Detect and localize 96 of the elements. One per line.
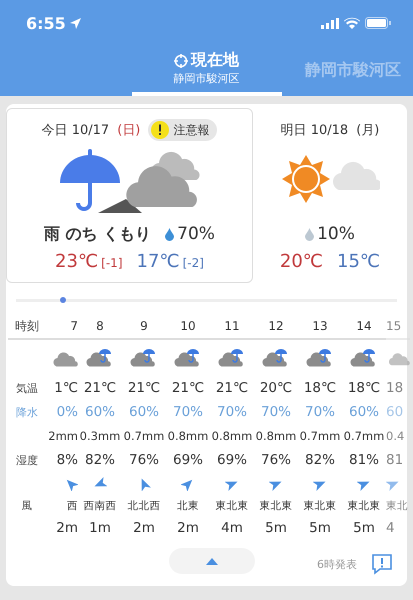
hour-label: 15: [386, 319, 402, 333]
wind-speed: 5m: [353, 520, 375, 536]
wind-direction: 東北東: [304, 499, 336, 513]
hour-rain-chance: 70%: [216, 404, 247, 420]
hour-rain-chance: 60%: [348, 404, 379, 420]
wind-direction: 東北東: [348, 499, 380, 513]
clock-time: 6:55: [26, 14, 66, 32]
wind-speed: 5m: [309, 520, 331, 536]
wind-speed: 5m: [265, 520, 287, 536]
hour-rainfall: 2mm: [48, 429, 78, 443]
wind-speed: 2m: [133, 520, 155, 536]
hour-temp: 1℃: [54, 380, 78, 396]
day-forecast[interactable]: 明日 10/18 (月) 10% 20℃ 15℃: [253, 108, 407, 283]
day-date: 今日 10/17: [42, 122, 110, 139]
wind-speed: 2m: [177, 520, 199, 536]
hour-label: 13: [312, 319, 328, 333]
wind-direction: 東北東: [260, 499, 292, 513]
day-date: 明日 10/18: [280, 122, 348, 139]
wifi-icon: [344, 17, 360, 29]
hour-rain-chance: 0%: [56, 404, 78, 420]
warning-icon: [151, 121, 170, 139]
hour-temp: 18: [386, 380, 404, 396]
hour-label: 11: [224, 319, 240, 333]
rain-chance: 10%: [317, 224, 355, 244]
wind-direction: 西: [67, 499, 78, 513]
wind-direction: 東北: [386, 499, 408, 513]
hour-temp: 21℃: [172, 380, 204, 396]
hour-rain-chance: 70%: [172, 404, 203, 420]
day-weekday: (月): [356, 122, 380, 139]
hour-humidity: 69%: [172, 452, 203, 468]
up-caret-icon: [206, 558, 218, 564]
hour-rainfall: 0.4: [386, 429, 404, 443]
row-label: 湿度: [16, 452, 38, 468]
wind-direction: 北北西: [128, 499, 160, 513]
rain-chance: 70%: [177, 224, 215, 244]
hour-humidity: 76%: [260, 452, 291, 468]
temp-difference: [-1]: [101, 256, 122, 270]
row-label: 風: [22, 499, 32, 513]
hour-rainfall: 0.3mm: [80, 429, 120, 443]
hour-humidity: 81%: [348, 452, 379, 468]
hour-temp: 21℃: [128, 380, 160, 396]
hour-rainfall: 0.8mm: [168, 429, 208, 443]
hour-rain-chance: 70%: [260, 404, 291, 420]
hour-temp: 18℃: [304, 380, 336, 396]
low-temp: 17℃: [136, 251, 180, 272]
row-label: 時刻: [15, 318, 39, 334]
wind-direction: 西南西: [84, 499, 116, 513]
crosshair-icon: [174, 54, 188, 68]
wind-speed: 4: [386, 520, 395, 536]
hour-temp: 18℃: [348, 380, 380, 396]
low-temp: 15℃: [337, 251, 380, 272]
wind-speed: 2m: [56, 520, 78, 536]
hour-label: 10: [180, 319, 196, 333]
hour-rainfall: 0.8mm: [212, 429, 252, 443]
day-forecast[interactable]: 今日 10/17 (日) 注意報 雨 のち くもり 70% 23℃ [-1] 17℃ [-2]: [6, 108, 253, 283]
issued-time: 6時発表: [317, 556, 357, 572]
hour-label: 8: [96, 319, 104, 333]
hour-label: 14: [356, 319, 372, 333]
day-weekday: (日): [117, 122, 140, 139]
weather-text: 雨 のち くもり: [44, 224, 152, 244]
hour-humidity: 8%: [56, 452, 78, 468]
battery-icon: [365, 17, 391, 29]
row-label: 気温: [16, 380, 38, 396]
hour-temp: 21℃: [216, 380, 248, 396]
wind-direction: 東北東: [216, 499, 248, 513]
hour-rain-chance: 60%: [84, 404, 115, 420]
hour-humidity: 82%: [84, 452, 115, 468]
high-temp: 23℃: [55, 251, 98, 272]
hour-label: 9: [140, 319, 148, 333]
wind-speed: 4m: [221, 520, 243, 536]
advisory-badge[interactable]: 注意報: [148, 119, 218, 141]
hour-rainfall: 0.8mm: [256, 429, 296, 443]
hour-rainfall: 0.7mm: [344, 429, 384, 443]
high-temp: 20℃: [280, 251, 323, 272]
hour-rainfall: 0.7mm: [300, 429, 340, 443]
hour-humidity: 76%: [128, 452, 159, 468]
hour-label: 7: [70, 319, 78, 333]
hour-humidity: 82%: [304, 452, 335, 468]
location-arrow-icon: [70, 18, 81, 28]
hour-humidity: 81: [386, 452, 404, 468]
row-label: 降水: [16, 404, 38, 420]
hour-label: 12: [268, 319, 284, 333]
hour-humidity: 69%: [216, 452, 247, 468]
drop-icon: [305, 228, 314, 240]
wind-speed: 1m: [89, 520, 111, 536]
feedback-icon[interactable]: [371, 553, 393, 575]
hour-temp: 20℃: [260, 380, 292, 396]
wind-direction: 北東: [177, 499, 199, 513]
drop-icon: [165, 228, 174, 240]
hour-rainfall: 0.7mm: [124, 429, 164, 443]
hour-temp: 21℃: [84, 380, 116, 396]
hour-rain-chance: 60: [386, 404, 404, 420]
temp-difference: [-2]: [182, 256, 204, 270]
signal-icon: [321, 18, 339, 28]
hour-rain-chance: 70%: [304, 404, 335, 420]
hour-rain-chance: 60%: [128, 404, 159, 420]
